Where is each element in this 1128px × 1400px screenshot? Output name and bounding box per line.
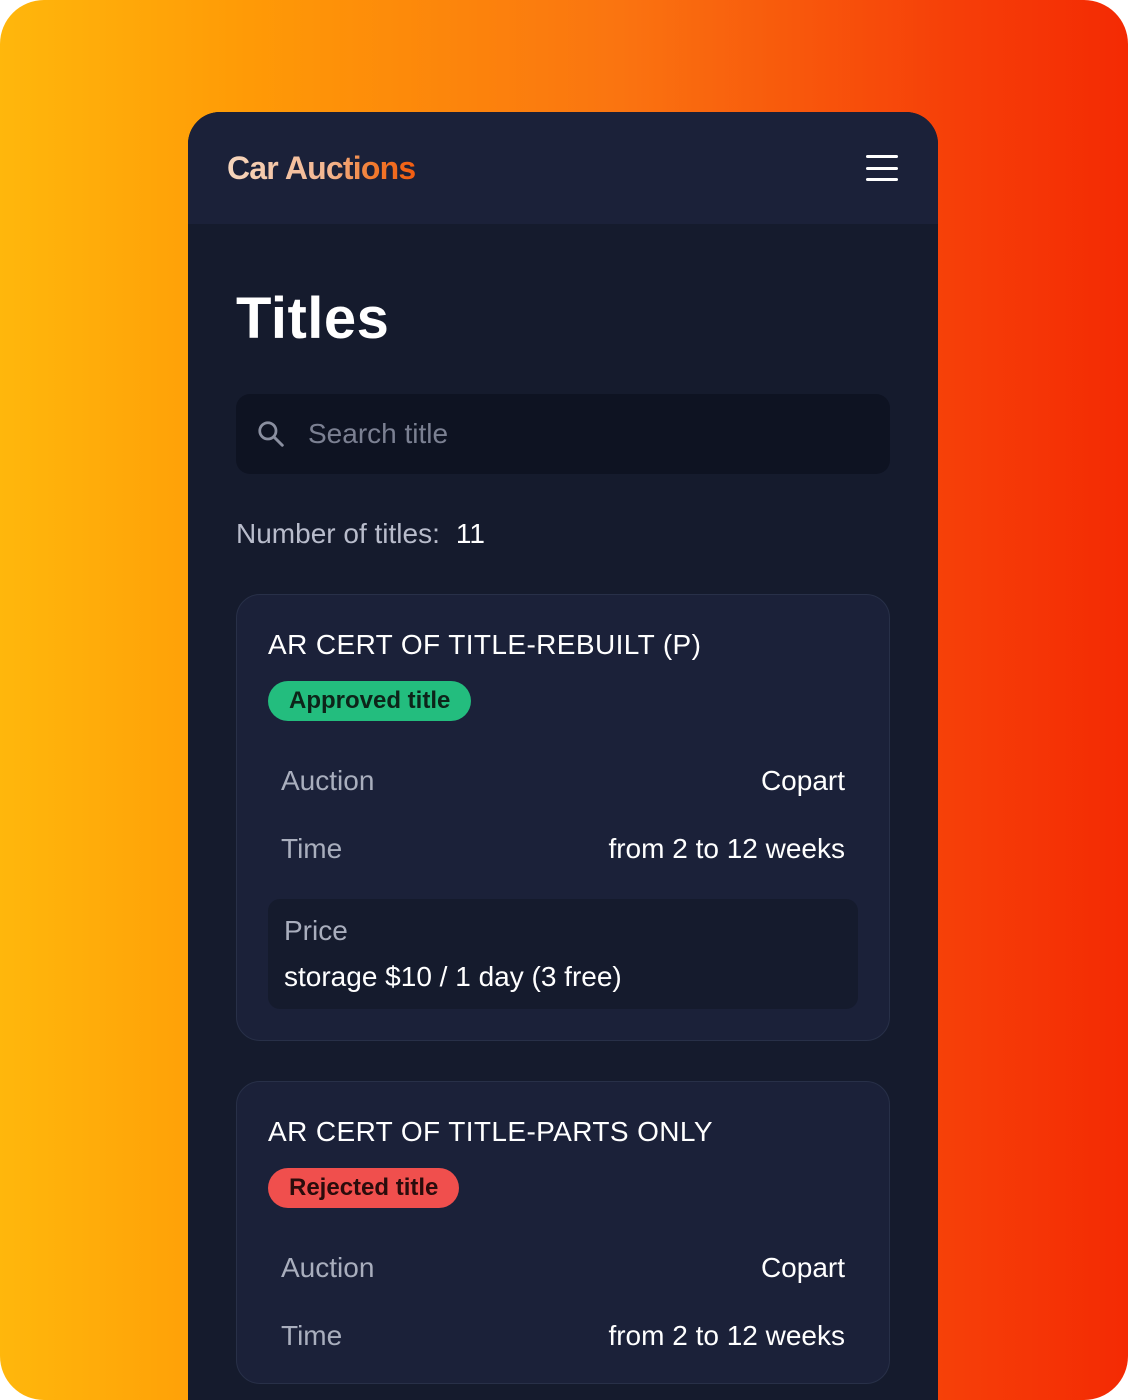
menu-bar-line bbox=[866, 178, 898, 181]
auction-value: Copart bbox=[760, 764, 845, 796]
page-title: Titles bbox=[236, 286, 390, 351]
search-input[interactable] bbox=[308, 393, 890, 474]
time-value: from 2 to 12 weeks bbox=[608, 832, 845, 864]
time-row: Time from 2 to 12 weeks bbox=[268, 1320, 858, 1352]
status-badge: Approved title bbox=[268, 680, 472, 721]
title-name: AR CERT OF TITLE-REBUILT (P) bbox=[268, 628, 702, 660]
price-value: storage $10 / 1 day (3 free) bbox=[284, 960, 622, 992]
titles-count-value: 11 bbox=[455, 517, 485, 549]
auction-label: Auction bbox=[281, 1251, 375, 1283]
gradient-backdrop: Car Auctions Titles Number of titles: 11 bbox=[0, 0, 1128, 1400]
auction-row: Auction Copart bbox=[268, 765, 858, 797]
title-card[interactable]: AR CERT OF TITLE-REBUILT (P) Approved ti… bbox=[236, 593, 890, 1041]
auction-label: Auction bbox=[281, 764, 375, 796]
search-bar[interactable] bbox=[236, 393, 890, 474]
menu-bar-line bbox=[866, 166, 898, 170]
menu-bar-line bbox=[866, 155, 898, 158]
titles-count-label: Number of titles: bbox=[236, 517, 440, 549]
main-content: Titles Number of titles: 11 AR CERT OF T… bbox=[188, 284, 938, 1384]
brand-logo[interactable]: Car Auctions bbox=[227, 150, 416, 187]
time-row: Time from 2 to 12 weeks bbox=[268, 833, 858, 865]
time-value: from 2 to 12 weeks bbox=[608, 1319, 845, 1351]
top-navbar: Car Auctions bbox=[188, 112, 938, 224]
titles-count: Number of titles: 11 bbox=[236, 518, 890, 550]
price-box: Price storage $10 / 1 day (3 free) bbox=[268, 898, 858, 1009]
hamburger-menu-icon[interactable] bbox=[866, 155, 898, 181]
time-label: Time bbox=[281, 832, 343, 864]
title-card[interactable]: AR CERT OF TITLE-PARTS ONLY Rejected tit… bbox=[236, 1080, 890, 1384]
auction-row: Auction Copart bbox=[268, 1252, 858, 1284]
title-name: AR CERT OF TITLE-PARTS ONLY bbox=[268, 1115, 713, 1147]
status-badge: Rejected title bbox=[268, 1167, 460, 1208]
auction-value: Copart bbox=[760, 1251, 845, 1283]
time-label: Time bbox=[281, 1319, 343, 1351]
mobile-screen: Car Auctions Titles Number of titles: 11 bbox=[188, 112, 938, 1400]
price-label: Price bbox=[284, 914, 348, 946]
search-icon bbox=[258, 420, 284, 447]
